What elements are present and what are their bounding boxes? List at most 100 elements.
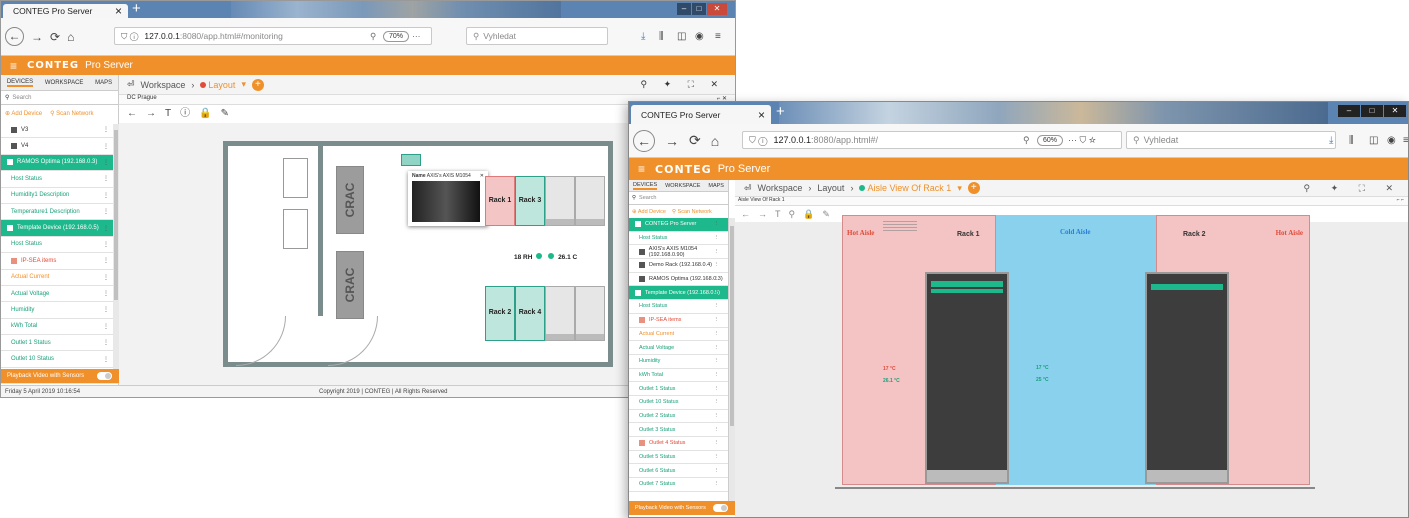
more-icon[interactable]: ⋮ xyxy=(714,399,720,405)
more-icon[interactable]: ⋮ xyxy=(714,303,720,309)
tree-item[interactable]: RAMOS Optima (192.168.0.3) ⋮ xyxy=(629,273,728,287)
rack-2-front[interactable] xyxy=(1145,272,1229,484)
more-icon[interactable]: ⋮ xyxy=(714,454,720,460)
more-icon[interactable]: ⋮ xyxy=(103,274,109,281)
tree-item[interactable]: Host Status ⋮ xyxy=(1,237,118,254)
rack-empty[interactable] xyxy=(575,176,605,226)
forward-icon[interactable]: → xyxy=(31,30,43,44)
menu-icon[interactable]: ≡ xyxy=(1403,135,1408,146)
tab-workspace[interactable]: WORKSPACE xyxy=(45,80,84,86)
rack-4[interactable]: Rack 4 xyxy=(515,286,545,341)
sidebar-search[interactable]: ⚲ Search xyxy=(629,192,728,205)
tree-item[interactable]: Outlet 1 Status ⋮ xyxy=(1,335,118,352)
more-icon[interactable]: ⋮ xyxy=(714,358,720,364)
tree-item[interactable]: Outlet 10 Status ⋮ xyxy=(629,396,728,410)
extension-icon[interactable]: ◉ xyxy=(695,31,704,42)
tree-item[interactable]: Humidity ⋮ xyxy=(629,355,728,369)
close-tab-icon[interactable]: × xyxy=(115,4,122,18)
rack-empty[interactable] xyxy=(545,176,575,226)
more-icon[interactable]: ⋮ xyxy=(714,262,720,268)
tab-maps[interactable]: MAPS xyxy=(708,183,724,189)
more-icon[interactable]: ⋮ xyxy=(714,331,720,337)
more-icon[interactable]: ⋮ xyxy=(714,468,720,474)
page-actions-icon[interactable]: ··· xyxy=(412,31,421,41)
tree-item[interactable]: Outlet 6 Status ⋮ xyxy=(629,464,728,479)
more-icon[interactable]: ⋮ xyxy=(714,221,720,227)
window-close-icon[interactable]: ✕ xyxy=(707,3,727,15)
tree-item[interactable]: Outlet 7 Status ⋮ xyxy=(629,478,728,492)
new-tab-icon[interactable]: + xyxy=(132,1,141,17)
resize-icon[interactable]: ⌐ ⌐ xyxy=(1397,197,1404,203)
maximize-icon[interactable]: □ xyxy=(692,3,706,15)
rack-empty[interactable] xyxy=(575,286,605,341)
tab-devices[interactable]: DEVICES xyxy=(6,79,34,87)
more-icon[interactable]: ⋮ xyxy=(714,427,720,433)
more-icon[interactable]: ⋮ xyxy=(714,249,720,255)
sidebar-search[interactable]: ⚲ Search xyxy=(1,91,118,105)
forward-arrow-icon[interactable]: → xyxy=(758,209,775,219)
add-layout-icon[interactable]: + xyxy=(967,182,980,194)
rack-1[interactable]: Rack 1 xyxy=(485,176,515,226)
tree-item[interactable]: Temperature1 Description ⋮ xyxy=(1,204,118,221)
rack-2[interactable]: Rack 2 xyxy=(485,286,515,341)
lock-icon[interactable]: 🔒 xyxy=(803,209,822,219)
hamburger-icon[interactable]: ≡ xyxy=(638,162,645,176)
tree-item[interactable]: kWh Total ⋮ xyxy=(629,369,728,383)
forward-arrow-icon[interactable]: → xyxy=(146,108,165,119)
add-device-button[interactable]: ⊕ Add Device xyxy=(5,110,42,117)
tree-item[interactable]: Humidity1 Description ⋮ xyxy=(1,188,118,204)
rack-3[interactable]: Rack 3 xyxy=(515,176,545,226)
rack-empty[interactable] xyxy=(545,286,575,341)
more-icon[interactable]: ⋮ xyxy=(103,225,109,232)
menu-icon[interactable]: ≡ xyxy=(715,31,721,42)
tree-item[interactable]: Template Device (192.168.0.5) ⋮ xyxy=(1,220,118,237)
rack-1-front[interactable] xyxy=(925,272,1009,484)
more-icon[interactable]: ⋮ xyxy=(103,143,109,150)
tree-item[interactable]: IP-SEA items ⋮ xyxy=(1,253,118,270)
sidebar-icon[interactable]: ◫ xyxy=(1369,135,1378,146)
hamburger-icon[interactable]: ≡ xyxy=(10,59,17,73)
home-icon[interactable]: ⌂ xyxy=(711,133,719,149)
pencil-icon[interactable]: ✎ xyxy=(822,209,838,219)
reload-icon[interactable]: ⟳ xyxy=(689,132,701,149)
crumb-layout[interactable]: Layout xyxy=(208,80,235,90)
zoom-level[interactable]: 70% xyxy=(383,31,410,42)
crumb-workspace[interactable]: Workspace xyxy=(141,80,186,90)
more-icon[interactable]: ⋮ xyxy=(103,257,109,264)
download-icon[interactable]: ⤓ xyxy=(641,31,645,42)
more-icon[interactable]: ⋮ xyxy=(714,290,720,296)
tree-item[interactable]: RAMOS Optima (192.168.0.3) ⋮ xyxy=(1,154,118,172)
tree-item[interactable]: Actual Current ⋮ xyxy=(629,328,728,342)
more-icon[interactable]: ⋮ xyxy=(714,481,720,487)
tree-item[interactable]: Demo Rack (192.168.0.4) ⋮ xyxy=(629,259,728,273)
tree-item[interactable]: Template Device (192.168.0.5) ⋮ xyxy=(629,286,728,301)
tree-item[interactable]: Host Status ⋮ xyxy=(1,171,118,188)
zoom-level[interactable]: 60% xyxy=(1037,135,1064,146)
tree-item[interactable]: Host Status ⋮ xyxy=(629,300,728,314)
back-arrow-icon[interactable]: ← xyxy=(741,209,758,219)
forward-icon[interactable]: → xyxy=(665,133,679,149)
info-icon[interactable]: ⓘ xyxy=(180,108,199,119)
tree-item[interactable]: Outlet 2 Status ⋮ xyxy=(629,410,728,424)
zoom-icon[interactable]: ⚲ xyxy=(789,209,804,219)
more-icon[interactable]: ⋮ xyxy=(714,345,720,351)
tree-item[interactable]: IP-SEA items ⋮ xyxy=(629,314,728,328)
search-bar[interactable]: ⚲ Vyhledat xyxy=(466,27,608,45)
more-icon[interactable]: ⋮ xyxy=(103,306,109,313)
library-icon[interactable]: ⫼ xyxy=(1349,135,1354,146)
more-icon[interactable]: ⋮ xyxy=(103,339,109,346)
more-icon[interactable]: ⋮ xyxy=(103,241,109,248)
more-icon[interactable]: ⋮ xyxy=(714,317,720,323)
more-icon[interactable]: ⋮ xyxy=(103,290,109,297)
tree-item[interactable]: Actual Voltage ⋮ xyxy=(1,286,118,303)
browser-tab[interactable]: CONTEG Pro Server × xyxy=(3,4,128,18)
url-bar[interactable]: ⛉ ⓘ 127.0.0.1:8080/app.html#/ ⚲ 60% ··· … xyxy=(742,131,1122,149)
tree-item[interactable]: Host Status ⋮ xyxy=(629,232,728,246)
tree-item[interactable]: CONTEG Pro Server ⋮ xyxy=(629,218,728,232)
download-icon[interactable]: ⤓ xyxy=(1329,135,1333,146)
tree-item[interactable]: Outlet 4 Status ⋮ xyxy=(629,437,728,451)
camera-icon[interactable] xyxy=(401,154,421,166)
more-icon[interactable]: ⋮ xyxy=(103,323,109,330)
more-icon[interactable]: ⋮ xyxy=(103,175,109,182)
back-icon[interactable]: ← xyxy=(633,129,655,152)
